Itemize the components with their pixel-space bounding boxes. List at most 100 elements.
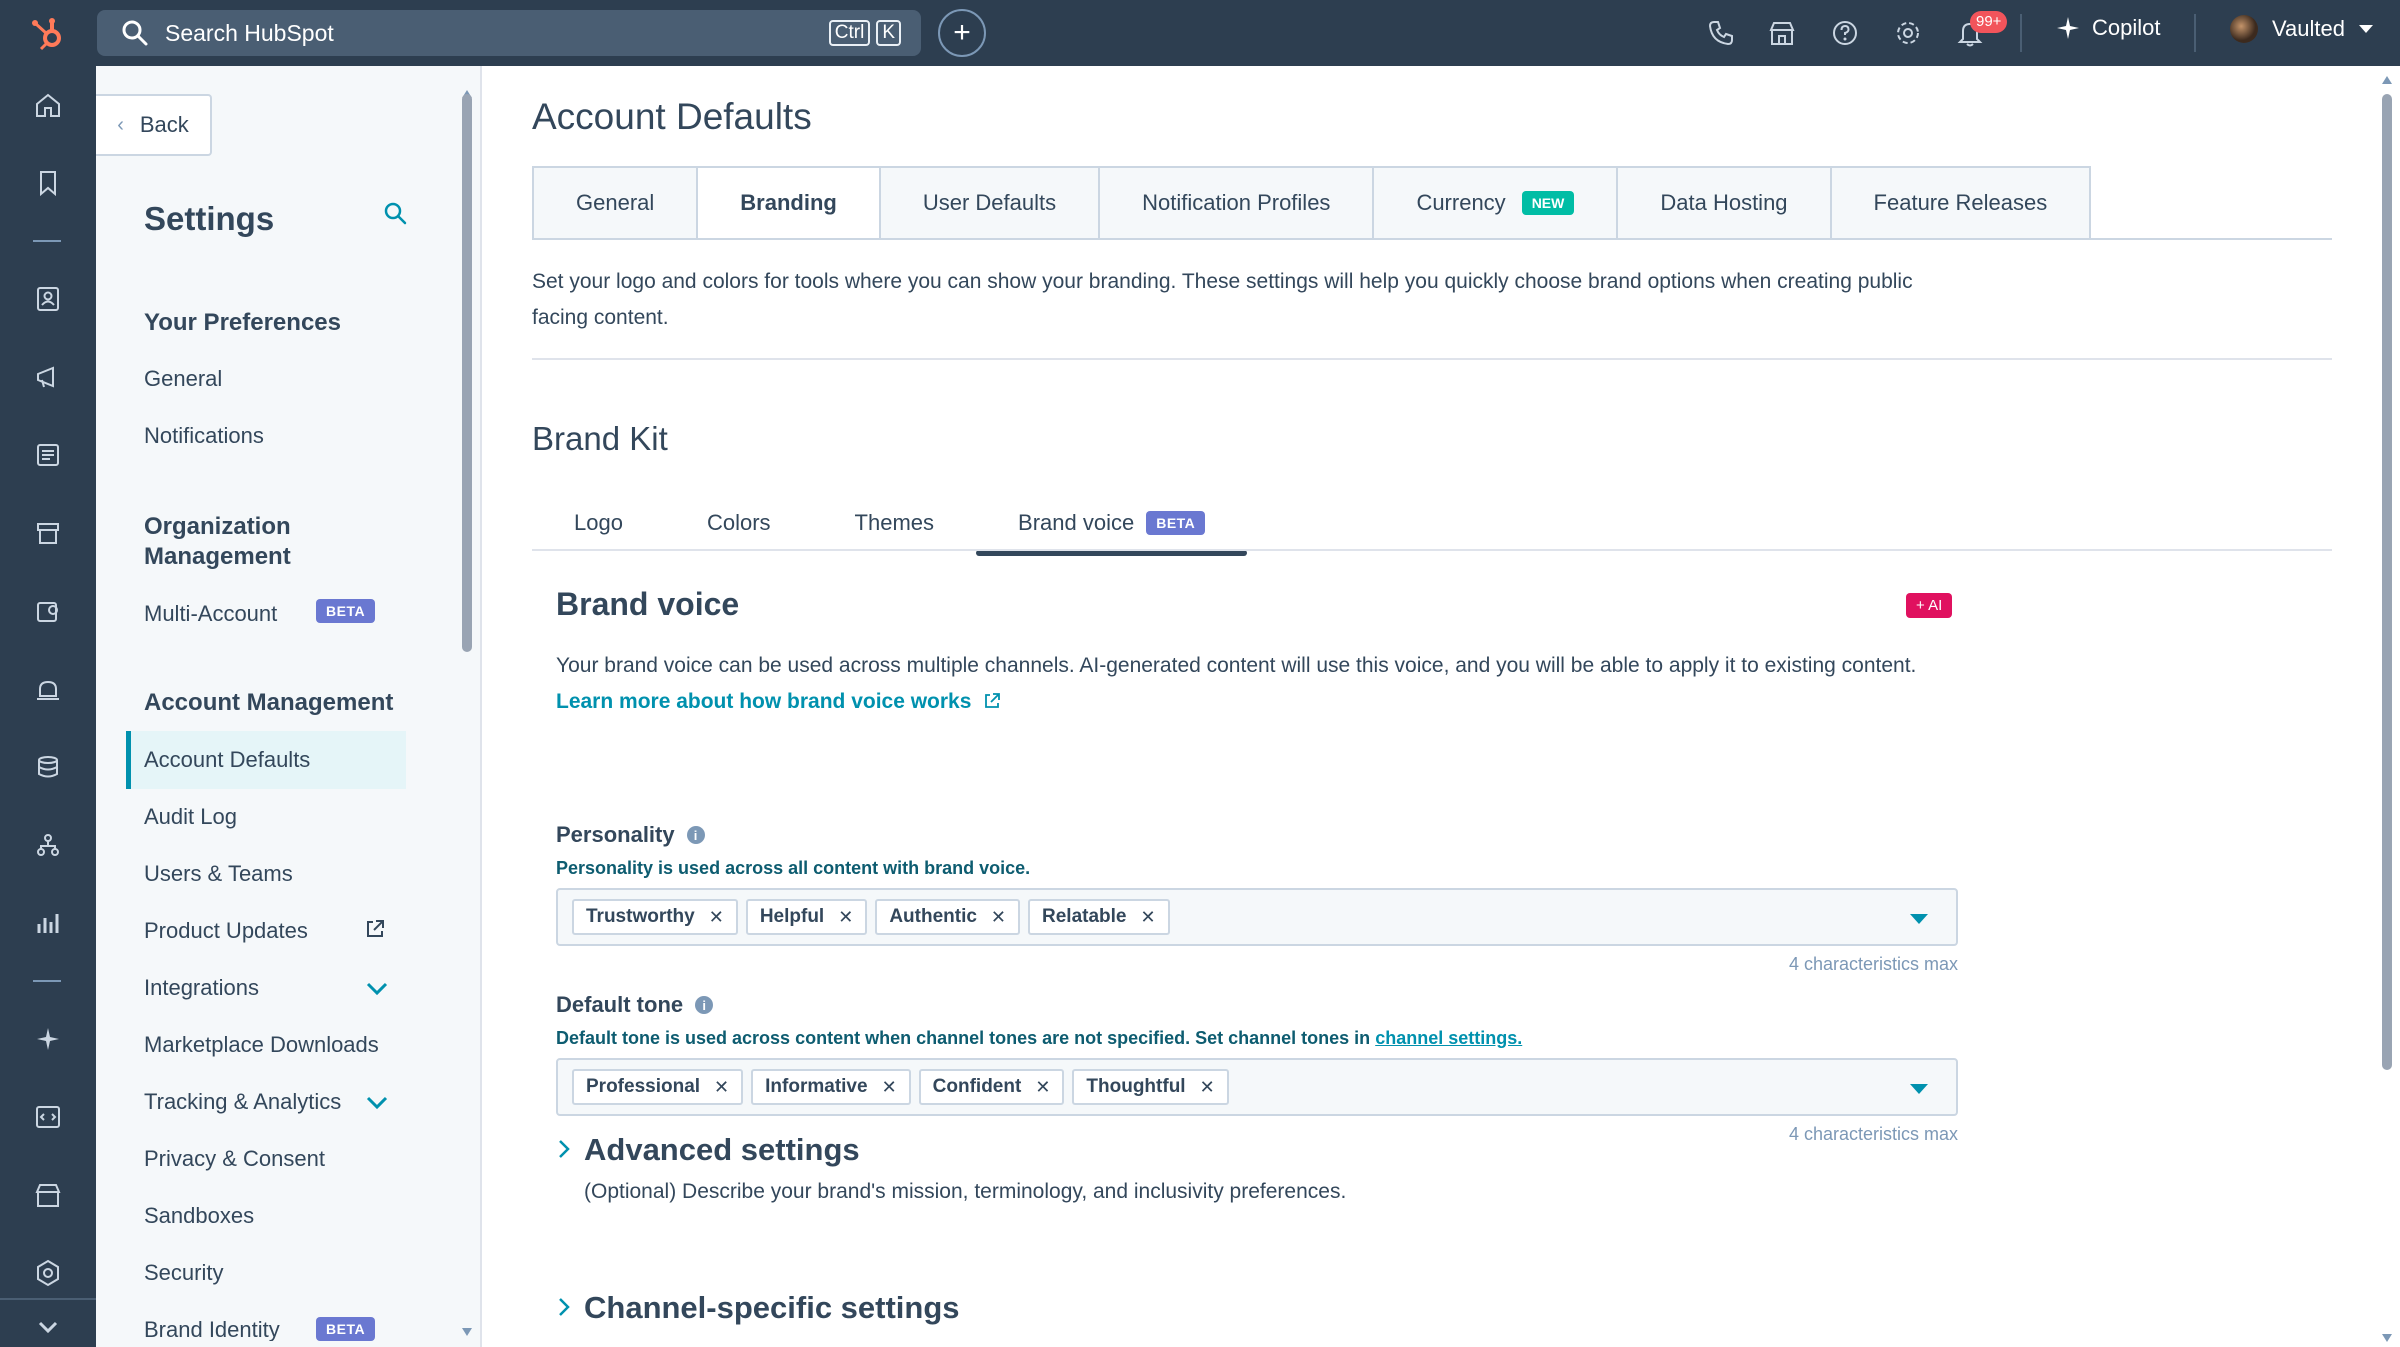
home-icon[interactable] [33, 90, 63, 120]
advanced-settings-description: (Optional) Describe your brand's mission… [584, 1180, 1347, 1203]
tab-currency[interactable]: Currency NEW [1372, 166, 1617, 240]
automation-icon[interactable] [33, 674, 63, 704]
sidebar-item-account-defaults[interactable]: Account Defaults [126, 731, 406, 789]
sidebar-item-users-teams[interactable]: Users & Teams [144, 861, 293, 887]
reporting-icon[interactable] [33, 908, 63, 938]
rail-divider [33, 240, 61, 242]
dropdown-caret-icon[interactable] [1910, 914, 1928, 924]
bookmark-icon[interactable] [33, 168, 63, 198]
rail-divider [0, 1298, 96, 1300]
section-your-preferences: Your Preferences [144, 309, 341, 336]
tab-branding[interactable]: Branding [696, 166, 879, 240]
developer-icon[interactable] [33, 1102, 63, 1132]
main-scroll-thumb[interactable] [2382, 94, 2392, 1070]
sidebar-scroll-thumb[interactable] [462, 94, 472, 652]
back-button[interactable]: ‹ Back [96, 94, 212, 156]
sidebar-item-privacy-consent[interactable]: Privacy & Consent [144, 1146, 325, 1172]
commerce-icon[interactable] [33, 518, 63, 548]
tab-data-hosting[interactable]: Data Hosting [1616, 166, 1830, 240]
rail-divider [33, 980, 61, 982]
learn-more-link[interactable]: Learn more about how brand voice works [556, 690, 971, 713]
remove-tag-icon[interactable]: ✕ [1200, 1077, 1215, 1098]
external-link-icon [367, 920, 384, 937]
contacts-icon[interactable] [33, 284, 63, 314]
tag-label: Thoughtful [1086, 1076, 1186, 1097]
remove-tag-icon[interactable]: ✕ [991, 907, 1006, 928]
sidebar-item-audit-log[interactable]: Audit Log [144, 804, 237, 830]
hubspot-logo-icon[interactable] [28, 14, 68, 54]
info-icon[interactable]: i [695, 996, 714, 1014]
search-icon[interactable] [382, 200, 410, 228]
remove-tag-icon[interactable]: ✕ [1141, 907, 1156, 928]
chevron-right-icon[interactable] [556, 1296, 572, 1318]
marketing-icon[interactable] [33, 362, 63, 392]
chevron-right-icon[interactable] [556, 1138, 572, 1160]
tag-label: Trustworthy [586, 906, 695, 927]
chevron-left-icon: ‹ [117, 113, 124, 136]
sidebar-item-product-updates[interactable]: Product Updates [144, 918, 308, 944]
personality-multiselect[interactable]: Trustworthy ✕ Helpful ✕ Authentic ✕ Relatab… [556, 888, 1958, 946]
personality-tag: Relatable ✕ [1028, 899, 1170, 935]
sidebar-item-general[interactable]: General [144, 366, 222, 392]
personality-tag: Trustworthy ✕ [572, 899, 738, 935]
sidebar-item-sandboxes[interactable]: Sandboxes [144, 1203, 254, 1229]
personality-tag: Helpful ✕ [745, 899, 868, 935]
remove-tag-icon[interactable]: ✕ [838, 907, 853, 928]
tab-user-defaults[interactable]: User Defaults [878, 166, 1099, 240]
sidebar-item-security[interactable]: Security [144, 1260, 223, 1286]
tab-feature-releases[interactable]: Feature Releases [1829, 166, 2092, 240]
workflows-icon[interactable] [33, 830, 63, 860]
branding-description: Set your logo and colors for tools where… [532, 270, 1913, 329]
settings-icon[interactable] [1893, 18, 1923, 48]
dropdown-caret-icon[interactable] [1910, 1084, 1928, 1094]
default-tone-multiselect[interactable]: Professional ✕ Informative ✕ Confident ✕ Th… [556, 1058, 1958, 1116]
sidebar-item-tracking-analytics[interactable]: Tracking & Analytics [144, 1089, 341, 1115]
service-icon[interactable] [33, 596, 63, 626]
subtab-brand-voice[interactable]: Brand voice BETA [976, 490, 1248, 556]
data-management-icon[interactable] [33, 752, 63, 782]
subtab-themes[interactable]: Themes [813, 490, 976, 556]
chevron-down-icon[interactable] [366, 982, 388, 996]
new-badge: NEW [1521, 191, 1575, 215]
subtab-logo[interactable]: Logo [532, 490, 665, 556]
field-label-text: Personality [556, 822, 675, 847]
copilot-sparkle-icon [2057, 17, 2079, 39]
global-search-bar[interactable]: Search HubSpot Ctrl K [97, 10, 921, 56]
beta-badge: BETA [1146, 511, 1206, 535]
sidebar-item-brand-identity[interactable]: Brand Identity BETA [144, 1317, 394, 1341]
sidebar-item-multi-account[interactable]: Multi-Account BETA [144, 599, 394, 627]
channel-settings-link[interactable]: channel settings. [1375, 1028, 1522, 1048]
remove-tag-icon[interactable]: ✕ [709, 907, 724, 928]
copilot-button[interactable]: Copilot [2056, 15, 2160, 41]
remove-tag-icon[interactable]: ✕ [714, 1077, 729, 1098]
info-icon[interactable]: i [686, 826, 705, 844]
primary-nav-rail [0, 66, 96, 1347]
settings-hub-icon[interactable] [33, 1258, 63, 1288]
remove-tag-icon[interactable]: ✕ [882, 1077, 897, 1098]
sidebar-item-notifications[interactable]: Notifications [144, 423, 264, 449]
sidebar-item-marketplace-downloads[interactable]: Marketplace Downloads [144, 1032, 379, 1058]
content-icon[interactable] [33, 440, 63, 470]
tab-notification-profiles[interactable]: Notification Profiles [1098, 166, 1373, 240]
phone-icon[interactable] [1706, 18, 1736, 48]
expand-icon[interactable] [33, 1312, 63, 1342]
settings-sidebar: ‹ Back Settings Your Preferences General… [96, 66, 482, 1347]
tone-tag: Confident ✕ [918, 1069, 1065, 1105]
app-marketplace-icon[interactable] [33, 1180, 63, 1210]
page-title: Account Defaults [532, 96, 812, 137]
subtab-colors[interactable]: Colors [665, 490, 813, 556]
advanced-settings-toggle[interactable]: Advanced settings [584, 1132, 860, 1168]
personality-label: Personality i [556, 822, 705, 848]
tone-tag: Thoughtful ✕ [1072, 1069, 1229, 1105]
help-icon[interactable] [1830, 18, 1860, 48]
marketplace-icon[interactable] [1767, 18, 1797, 48]
channel-settings-toggle[interactable]: Channel-specific settings [584, 1290, 960, 1326]
account-menu[interactable]: Vaulted [2230, 15, 2373, 43]
account-name: Vaulted [2272, 16, 2345, 41]
tab-general[interactable]: General [532, 166, 697, 240]
sidebar-item-integrations[interactable]: Integrations [144, 975, 259, 1001]
breeze-ai-icon[interactable] [33, 1024, 63, 1054]
chevron-down-icon[interactable] [366, 1096, 388, 1110]
create-new-button[interactable]: + [938, 9, 986, 57]
remove-tag-icon[interactable]: ✕ [1035, 1077, 1050, 1098]
